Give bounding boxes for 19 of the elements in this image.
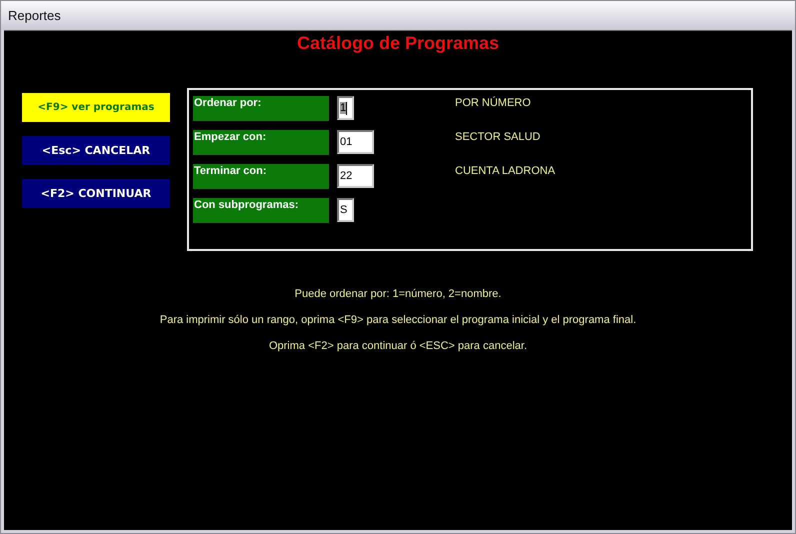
field-label: Ordenar por: (193, 96, 329, 121)
field-label: Con subprogramas: (193, 198, 329, 223)
field-label: Terminar con: (193, 164, 329, 189)
key-button[interactable]: <F2> CONTINUAR (22, 179, 170, 208)
heading: Catálogo de Programas (296, 33, 500, 54)
help-text: Oprima <F2> para continuar ó <ESC> para cancelar. (268, 339, 528, 353)
field-description: CUENTA LADRONA (455, 164, 556, 177)
help-text: Puede ordenar por: 1=número, 2=nombre. (294, 287, 502, 301)
input-field[interactable]: 22 (337, 164, 374, 188)
field-description: SECTOR SALUD (455, 130, 540, 143)
input-field[interactable]: 01 (337, 130, 374, 154)
help-text: Para imprimir sólo un rango, oprima <F9> para seleccionar el programa inicial y el programa final. (160, 313, 636, 327)
input-field[interactable]: 1 (337, 96, 354, 120)
key-button[interactable]: <F9> ver programas (22, 93, 170, 122)
window-title: Reportes (8, 8, 61, 23)
input-field[interactable]: S (337, 198, 354, 222)
field-label: Empezar con: (193, 130, 329, 155)
field-description: POR NÚMERO (455, 96, 531, 109)
key-button[interactable]: <Esc> CANCELAR (22, 136, 170, 165)
